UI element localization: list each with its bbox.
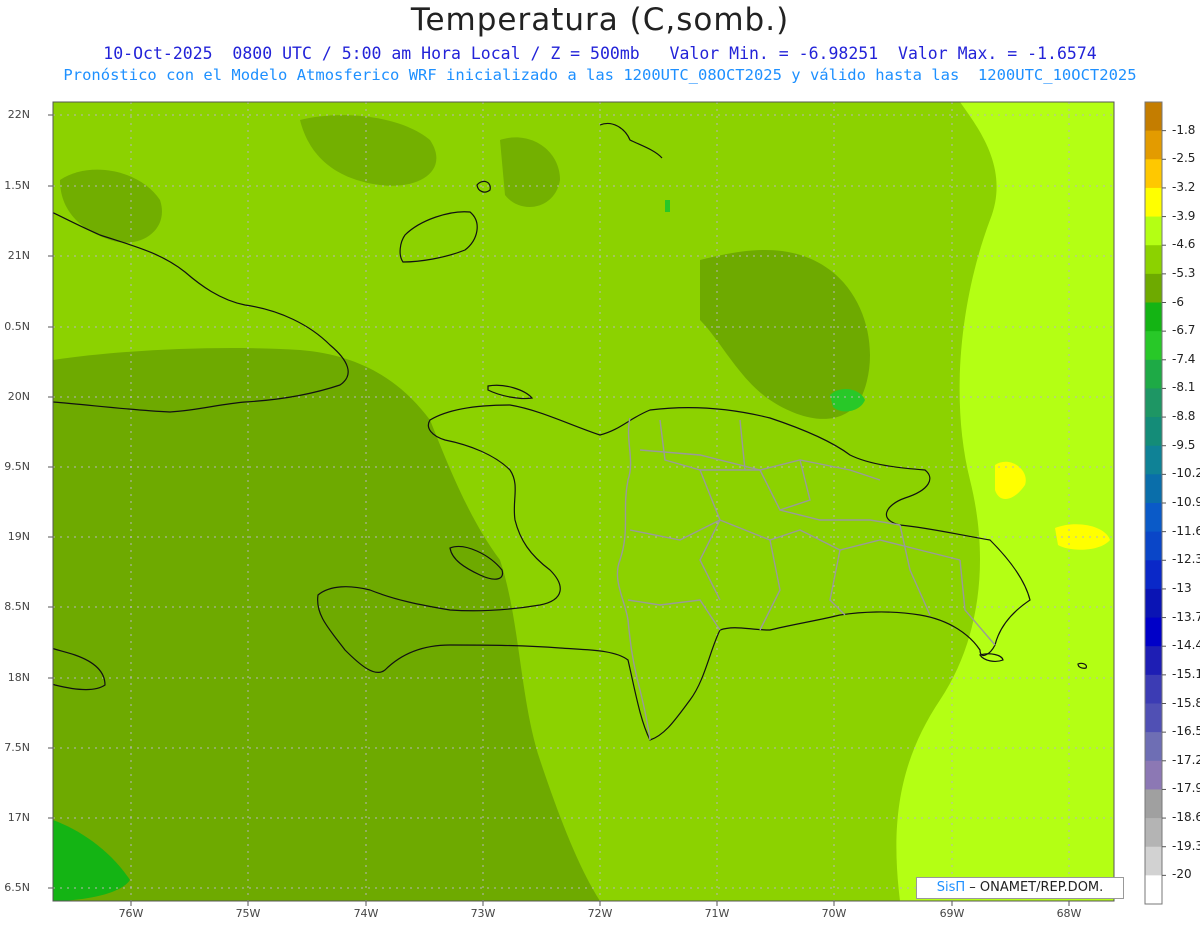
colorbar-swatch — [1145, 703, 1162, 733]
colorbar-swatch — [1145, 331, 1162, 361]
lon-label: 73W — [470, 907, 496, 920]
colorbar-swatch — [1145, 474, 1162, 504]
field-green-spot-2 — [665, 200, 670, 212]
colorbar-label: -14.4 — [1172, 638, 1200, 653]
lat-label: 21N — [7, 249, 30, 262]
credit-text: – ONAMET/REP.DOM. — [965, 880, 1104, 895]
colorbar-label: -10.9 — [1172, 495, 1200, 509]
lon-label: 71W — [704, 907, 730, 920]
colorbar-swatch — [1145, 732, 1162, 762]
lat-label: 9.5N — [4, 460, 30, 473]
colorbar-swatch — [1145, 417, 1162, 447]
lon-label: 76W — [118, 907, 144, 920]
colorbar-swatch — [1145, 789, 1162, 819]
colorbar-label: -2.5 — [1172, 151, 1196, 166]
colorbar-swatch — [1145, 130, 1162, 160]
colorbar-label: -8.1 — [1172, 380, 1196, 395]
colorbar-swatch — [1145, 875, 1162, 905]
colorbar-label: -13.7 — [1172, 609, 1200, 624]
colorbar-label: -10.2 — [1172, 466, 1200, 481]
colorbar-swatch — [1145, 646, 1162, 676]
colorbar-swatch — [1145, 216, 1162, 246]
colorbar-swatch — [1145, 531, 1162, 561]
colorbar-label: -18.6 — [1172, 810, 1200, 825]
colorbar-swatch — [1145, 846, 1162, 876]
colorbar-label: -5.3 — [1172, 265, 1196, 280]
colorbar-label: -20 — [1172, 867, 1192, 882]
lon-label: 72W — [587, 907, 613, 920]
credit-box: SisΠ – ONAMET/REP.DOM. — [916, 877, 1124, 899]
lon-label: 70W — [821, 907, 847, 920]
colorbar-swatch — [1145, 359, 1162, 389]
colorbar-swatch — [1145, 187, 1162, 218]
colorbar-swatch — [1145, 760, 1162, 790]
colorbar-swatch — [1145, 159, 1162, 189]
colorbar — [1144, 101, 1166, 905]
temperature-map — [48, 101, 1166, 906]
colorbar-swatch — [1145, 818, 1162, 848]
lat-label: 7.5N — [4, 741, 30, 754]
colorbar-label: -11.6 — [1172, 523, 1200, 538]
colorbar-swatch — [1145, 560, 1162, 590]
colorbar-swatch — [1145, 588, 1162, 619]
lon-label: 74W — [353, 907, 379, 920]
colorbar-label: -12.3 — [1172, 552, 1200, 567]
lat-label: 20N — [7, 390, 30, 403]
colorbar-label: -9.5 — [1172, 437, 1196, 452]
map-field — [53, 102, 1114, 901]
lat-label: 0.5N — [4, 320, 30, 333]
colorbar-swatch — [1145, 674, 1162, 704]
colorbar-label: -13 — [1172, 580, 1192, 595]
colorbar-label: -19.3 — [1172, 838, 1200, 853]
lon-label: 68W — [1056, 907, 1082, 920]
lat-label: 18N — [7, 671, 30, 684]
colorbar-label: -15.8 — [1172, 695, 1200, 710]
colorbar-swatch — [1145, 388, 1162, 418]
colorbar-swatch — [1145, 302, 1162, 332]
sispi-logo: SisΠ — [936, 880, 966, 895]
colorbar-label: -17.9 — [1172, 781, 1200, 796]
lat-label: 6.5N — [4, 881, 30, 894]
lon-label: 75W — [235, 907, 261, 920]
colorbar-label: -3.9 — [1172, 208, 1196, 223]
colorbar-label: -1.8 — [1172, 122, 1196, 137]
colorbar-label: -8.8 — [1172, 409, 1196, 424]
colorbar-swatch — [1145, 245, 1162, 275]
colorbar-swatch — [1145, 273, 1162, 303]
colorbar-label: -15.1 — [1172, 666, 1200, 681]
lat-label: 1.5N — [4, 179, 30, 192]
colorbar-label: -4.6 — [1172, 237, 1196, 252]
colorbar-label: -6.7 — [1172, 323, 1196, 338]
colorbar-swatch — [1145, 445, 1162, 475]
colorbar-swatch — [1145, 102, 1162, 132]
colorbar-label: -16.5 — [1172, 724, 1200, 739]
lat-label: 19N — [7, 530, 30, 543]
colorbar-label: -3.2 — [1172, 179, 1196, 194]
lon-label: 69W — [939, 907, 965, 920]
colorbar-label: -6 — [1172, 294, 1184, 309]
colorbar-label: -17.2 — [1172, 752, 1200, 767]
lat-label: 17N — [7, 811, 30, 824]
colorbar-swatch — [1145, 503, 1162, 533]
lat-label: 22N — [7, 108, 30, 121]
colorbar-label: -7.4 — [1172, 351, 1196, 366]
lat-label: 8.5N — [4, 600, 30, 613]
colorbar-swatch — [1145, 617, 1162, 647]
